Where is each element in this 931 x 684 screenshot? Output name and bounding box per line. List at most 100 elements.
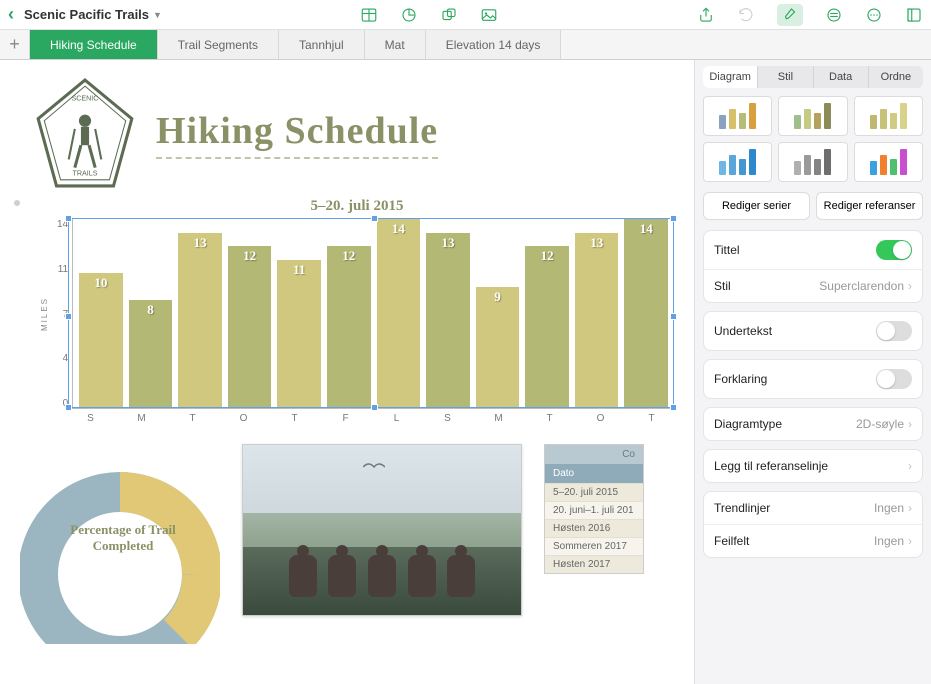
table-row[interactable]: Sommeren 2017 [545, 537, 643, 555]
bar-chart[interactable]: 5–20. juli 2015 MILES 1411740 1081312111… [40, 198, 674, 424]
format-sidebar: Diagram Stil Data Ordne Rediger serier R… [694, 60, 931, 684]
table-row[interactable]: 5–20. juli 2015 [545, 483, 643, 501]
sheet-tab-hiking-schedule[interactable]: Hiking Schedule [30, 30, 158, 59]
x-tick: M [119, 413, 164, 424]
undo-icon[interactable] [737, 6, 755, 24]
legend-toggle-row[interactable]: Forklaring [704, 360, 922, 398]
trend-value: Ingen [874, 501, 904, 515]
edit-references-button[interactable]: Rediger referanser [816, 192, 923, 220]
chart-style-thumb[interactable] [854, 96, 923, 136]
x-tick: L [374, 413, 419, 424]
bar-value-label: 13 [590, 235, 603, 251]
chevron-right-icon: › [908, 459, 912, 473]
photo[interactable] [242, 444, 522, 616]
share-icon[interactable] [697, 6, 715, 24]
format-brush-icon[interactable] [777, 4, 803, 26]
y-axis: 1411740 [53, 219, 72, 409]
chart-style-thumb[interactable] [703, 142, 772, 182]
title-toggle[interactable] [876, 240, 912, 260]
legend-toggle[interactable] [876, 369, 912, 389]
table-corner: Co [545, 445, 643, 464]
photo-people [283, 542, 481, 597]
bar: 12 [525, 246, 569, 408]
bar: 14 [624, 219, 668, 408]
header-row: SCENIC TRAILS Hiking Schedule [0, 60, 694, 190]
chart-style-grid [703, 96, 923, 182]
insert-shape-icon[interactable] [440, 6, 458, 24]
mini-table[interactable]: Co Dato 5–20. juli 201520. juni–1. juli … [544, 444, 644, 574]
trend-label: Trendlinjer [714, 501, 770, 515]
charttype-label: Diagramtype [714, 417, 782, 431]
x-tick: O [221, 413, 266, 424]
chevron-right-icon: › [908, 501, 912, 515]
chart-style-thumb[interactable] [854, 142, 923, 182]
sidebar-tab-diagram[interactable]: Diagram [703, 66, 757, 88]
bar: 13 [178, 233, 222, 409]
style-row[interactable]: Stil Superclarendon› [704, 269, 922, 302]
x-tick: S [68, 413, 113, 424]
add-reference-line-row[interactable]: Legg til referanselinje › [704, 450, 922, 482]
bar: 13 [575, 233, 619, 409]
title-label: Tittel [714, 243, 740, 257]
bird-icon [363, 461, 385, 473]
edit-series-button[interactable]: Rediger serier [703, 192, 810, 220]
alignment-guide-dot [14, 200, 20, 206]
bar: 8 [129, 300, 173, 408]
bar-value-label: 12 [243, 248, 256, 264]
style-label: Stil [714, 279, 731, 293]
bar: 12 [327, 246, 371, 408]
title-chevron-icon[interactable]: ▼ [153, 10, 162, 20]
x-axis: SMTOTFLSMTOT [40, 413, 674, 424]
sidebar-tab-stil[interactable]: Stil [757, 66, 812, 88]
bar-value-label: 12 [342, 248, 355, 264]
insert-media-icon[interactable] [480, 6, 498, 24]
subtitle-toggle-row[interactable]: Undertekst [704, 312, 922, 350]
bar: 12 [228, 246, 272, 408]
sheet-tabs: + Hiking Schedule Trail Segments Tannhju… [0, 30, 931, 60]
canvas[interactable]: SCENIC TRAILS Hiking Schedule 5–20. juli… [0, 60, 694, 684]
x-tick: T [629, 413, 674, 424]
chart-style-thumb[interactable] [778, 142, 847, 182]
x-tick: T [272, 413, 317, 424]
sheet-tab-elevation[interactable]: Elevation 14 days [426, 30, 562, 59]
chevron-right-icon: › [908, 534, 912, 548]
scenic-pacific-trails-logo: SCENIC TRAILS [34, 78, 136, 190]
title-toggle-row[interactable]: Tittel [704, 231, 922, 269]
sidebar-tab-data[interactable]: Data [813, 66, 868, 88]
bar-value-label: 14 [640, 221, 653, 237]
more-icon[interactable] [865, 6, 883, 24]
title-underline [156, 157, 438, 159]
trendlines-row[interactable]: Trendlinjer Ingen › [704, 492, 922, 524]
errorbars-row[interactable]: Feilfelt Ingen› [704, 524, 922, 557]
bar: 11 [277, 260, 321, 409]
cell-settings-icon[interactable] [825, 6, 843, 24]
sidebar-tabs: Diagram Stil Data Ordne [703, 66, 923, 88]
sheet-tab-label: Hiking Schedule [50, 38, 137, 52]
sheet-tab-trail-segments[interactable]: Trail Segments [158, 30, 279, 59]
svg-text:SCENIC: SCENIC [72, 94, 99, 102]
page-title: Hiking Schedule [156, 109, 438, 153]
chart-style-thumb[interactable] [703, 96, 772, 136]
sidebar-tab-ordne[interactable]: Ordne [868, 66, 923, 88]
subtitle-label: Undertekst [714, 324, 772, 338]
y-axis-label: MILES [40, 297, 49, 331]
table-row[interactable]: Høsten 2017 [545, 555, 643, 573]
x-tick: M [476, 413, 521, 424]
bar-value-label: 14 [392, 221, 405, 237]
table-row[interactable]: Høsten 2016 [545, 519, 643, 537]
bar: 10 [79, 273, 123, 408]
back-button[interactable]: ‹ [8, 4, 14, 25]
comment-icon[interactable] [905, 6, 923, 24]
table-row[interactable]: 20. juni–1. juli 201 [545, 501, 643, 519]
subtitle-toggle[interactable] [876, 321, 912, 341]
add-sheet-button[interactable]: + [0, 30, 30, 59]
insert-table-icon[interactable] [360, 6, 378, 24]
sheet-tab-mat[interactable]: Mat [365, 30, 426, 59]
sheet-tab-tannhjul[interactable]: Tannhjul [279, 30, 365, 59]
chart-style-thumb[interactable] [778, 96, 847, 136]
donut-chart[interactable]: Percentage of Trail Completed [20, 444, 220, 644]
chart-type-row[interactable]: Diagramtype 2D-søyle› [704, 408, 922, 440]
insert-chart-icon[interactable] [400, 6, 418, 24]
document-title[interactable]: Scenic Pacific Trails [24, 7, 149, 22]
center-toolbar-icons [360, 6, 498, 24]
